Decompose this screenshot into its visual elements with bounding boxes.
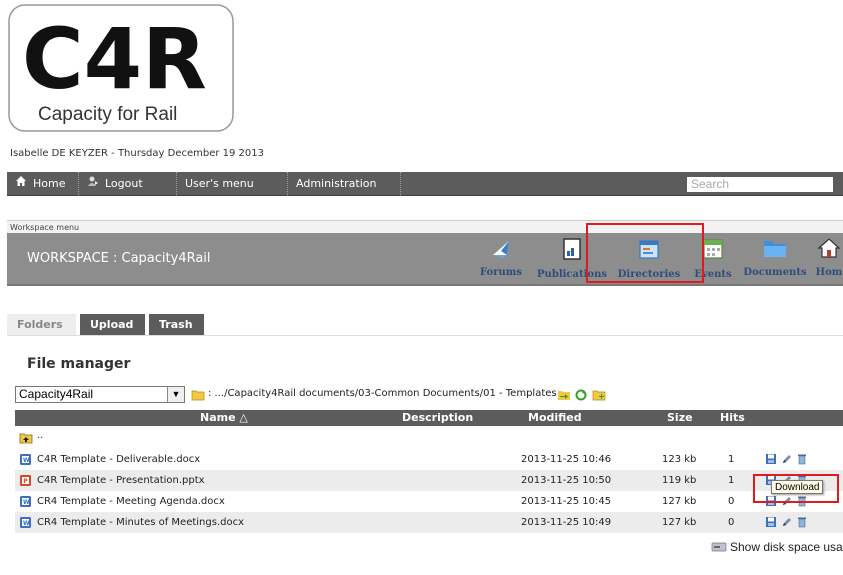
table-row[interactable]: W C4R Template - Deliverable.docx 2013-11-… xyxy=(15,449,843,470)
parent-folder-icon xyxy=(19,432,33,447)
table-row[interactable]: P C4R Template - Presentation.pptx 2013-11… xyxy=(15,470,843,491)
disk-icon xyxy=(711,541,727,555)
col-name[interactable]: Name △ xyxy=(200,410,248,426)
col-hits[interactable]: Hits xyxy=(720,410,745,426)
main-navbar: Home Logout User's menu Administration S… xyxy=(7,172,843,196)
file-manager-title: File manager xyxy=(27,356,131,372)
c4r-logo: C4R Capacity for Rail xyxy=(8,4,234,132)
edit-icon[interactable] xyxy=(781,453,793,468)
search-input[interactable]: Search xyxy=(687,177,833,192)
file-name[interactable]: CR4 Template - Minutes of Meetings.docx xyxy=(37,512,244,533)
download-highlight-box xyxy=(753,474,839,503)
documents-icon xyxy=(740,237,810,263)
refresh-icon[interactable] xyxy=(574,386,588,405)
file-name[interactable]: CR4 Template - Meeting Agenda.docx xyxy=(37,491,225,512)
svg-text:W: W xyxy=(23,520,30,527)
nav-logout[interactable]: Logout xyxy=(79,172,177,196)
col-modified[interactable]: Modified xyxy=(528,410,582,426)
file-size: 123 kb xyxy=(662,454,697,465)
edit-icon[interactable] xyxy=(781,516,793,531)
logout-icon xyxy=(87,172,99,196)
file-size: 127 kb xyxy=(662,517,697,528)
docx-file-icon: W xyxy=(19,453,32,469)
folder-select[interactable]: Capacity4Rail ▼ xyxy=(15,386,185,403)
nav-administration-label: Administration xyxy=(296,177,377,190)
home-icon xyxy=(15,172,27,196)
ws-documents-label: Documents xyxy=(743,267,807,278)
svg-text:W: W xyxy=(23,457,30,464)
user-date-line: Isabelle DE KEYZER - Thursday December 1… xyxy=(10,148,265,159)
file-hits: 1 xyxy=(728,454,735,465)
file-modified: 2013-11-25 10:49 xyxy=(521,517,612,528)
parent-folder-row[interactable]: .. xyxy=(15,428,843,449)
file-modified: 2013-11-25 10:46 xyxy=(521,454,612,465)
ws-forums[interactable]: Forums xyxy=(472,237,530,278)
col-description[interactable]: Description xyxy=(402,410,473,426)
nav-home[interactable]: Home xyxy=(7,172,79,196)
workspace-bar: WORKSPACE : Capacity4Rail Forums Publica… xyxy=(7,233,843,286)
table-row[interactable]: W CR4 Template - Meeting Agenda.docx 2013-… xyxy=(15,491,843,512)
pptx-file-icon: P xyxy=(19,474,32,490)
col-size[interactable]: Size xyxy=(667,410,693,426)
file-size: 127 kb xyxy=(662,496,697,507)
workspace-title: WORKSPACE : Capacity4Rail xyxy=(27,251,211,266)
tab-folders[interactable]: Folders xyxy=(7,314,76,335)
nav-administration[interactable]: Administration xyxy=(288,172,401,196)
workspace-menu-label: Workspace menu xyxy=(7,220,843,233)
svg-text:W: W xyxy=(23,499,30,506)
tab-trash[interactable]: Trash xyxy=(149,314,204,335)
file-name[interactable]: C4R Template - Deliverable.docx xyxy=(37,449,200,470)
move-folder-icon[interactable] xyxy=(557,386,571,405)
folder-select-value: Capacity4Rail xyxy=(19,387,94,401)
folder-path: : .../Capacity4Rail documents/03-Common … xyxy=(208,388,557,399)
docx-file-icon: W xyxy=(19,516,32,532)
delete-icon[interactable] xyxy=(796,453,808,468)
tab-upload[interactable]: Upload xyxy=(80,314,145,335)
ws-home[interactable]: Hom xyxy=(815,237,843,278)
home-icon xyxy=(815,237,843,263)
file-size: 119 kb xyxy=(662,475,697,486)
file-hits: 0 xyxy=(728,496,735,507)
download-icon[interactable] xyxy=(765,516,777,531)
nav-logout-label: Logout xyxy=(105,177,143,190)
ws-documents[interactable]: Documents xyxy=(740,237,810,278)
file-hits: 0 xyxy=(728,517,735,528)
directories-highlight-box xyxy=(586,223,704,283)
table-row[interactable]: W CR4 Template - Minutes of Meetings.docx… xyxy=(15,512,843,533)
svg-text:P: P xyxy=(23,478,28,485)
file-hits: 1 xyxy=(728,475,735,486)
nav-home-label: Home xyxy=(33,177,66,190)
logo-tagline: Capacity for Rail xyxy=(38,104,177,125)
parent-folder-label: .. xyxy=(37,430,44,441)
disk-usage-link[interactable]: Show disk space usage xyxy=(711,540,843,555)
delete-icon[interactable] xyxy=(796,516,808,531)
nav-user-menu[interactable]: User's menu xyxy=(177,172,288,196)
docx-file-icon: W xyxy=(19,495,32,511)
logo-letters: C4R xyxy=(22,10,207,108)
nav-user-menu-label: User's menu xyxy=(185,177,254,190)
file-modified: 2013-11-25 10:45 xyxy=(521,496,612,507)
folder-icon xyxy=(191,386,205,405)
file-modified: 2013-11-25 10:50 xyxy=(521,475,612,486)
ws-forums-label: Forums xyxy=(480,267,522,278)
file-name[interactable]: C4R Template - Presentation.pptx xyxy=(37,470,205,491)
disk-usage-label: Show disk space usage xyxy=(730,540,843,554)
ws-home-label: Hom xyxy=(815,267,843,278)
chevron-down-icon: ▼ xyxy=(167,387,184,402)
table-header: Name △ Description Modified Size Hits xyxy=(15,410,843,426)
tab-divider xyxy=(7,335,843,336)
forums-icon xyxy=(472,237,530,263)
new-folder-icon[interactable] xyxy=(592,386,606,405)
download-icon[interactable] xyxy=(765,453,777,468)
